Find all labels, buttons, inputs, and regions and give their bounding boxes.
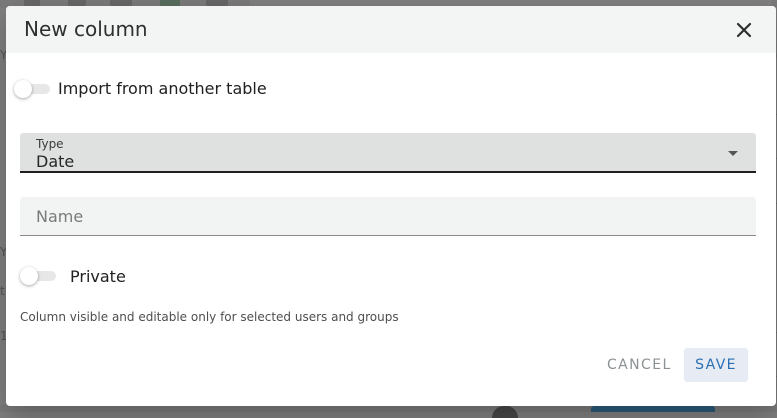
- background-left-letter: t: [0, 284, 5, 298]
- dialog-header: New column: [6, 6, 776, 53]
- private-toggle-knob: [20, 267, 38, 285]
- new-column-dialog: New column Import from another table Typ…: [6, 6, 776, 406]
- background-button: [591, 406, 715, 412]
- import-toggle[interactable]: [14, 80, 50, 98]
- dialog-title: New column: [24, 17, 148, 41]
- close-icon: [736, 22, 752, 38]
- save-button[interactable]: SAVE: [684, 348, 748, 382]
- private-toggle[interactable]: [20, 267, 56, 285]
- private-toggle-label: Private: [70, 267, 126, 286]
- name-field[interactable]: [20, 197, 756, 236]
- import-toggle-knob: [14, 80, 32, 98]
- type-select-caption: Type: [36, 137, 64, 151]
- private-helper-text: Column visible and editable only for sel…: [20, 310, 399, 324]
- type-select[interactable]: Type Date: [20, 133, 756, 173]
- cancel-button[interactable]: CANCEL: [599, 348, 680, 382]
- chevron-down-icon: [728, 151, 738, 156]
- type-select-value: Date: [36, 152, 75, 171]
- close-button[interactable]: [730, 16, 758, 44]
- name-input[interactable]: [20, 197, 756, 235]
- import-toggle-label: Import from another table: [58, 79, 267, 98]
